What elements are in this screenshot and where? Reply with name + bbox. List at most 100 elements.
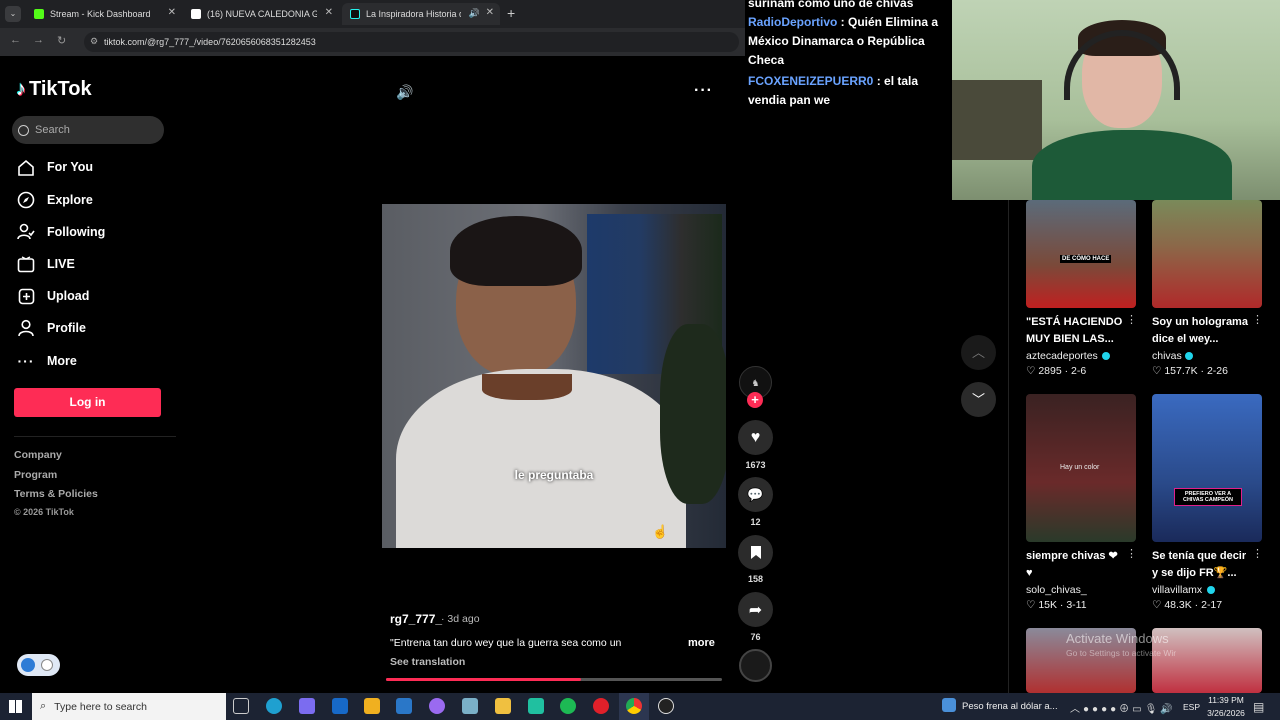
tab-x[interactable]: (16) NUEVA CALEDONIA GRITO ✕ — [183, 3, 339, 25]
footer-company[interactable]: Company — [14, 449, 62, 461]
search-icon: ⌕ — [40, 700, 47, 712]
folder-icon[interactable] — [495, 698, 511, 714]
url-field[interactable]: ⚙ tiktok.com/@rg7_777_/video/76206560683… — [84, 32, 739, 52]
nav-for-you[interactable]: For You — [16, 158, 93, 176]
video-author[interactable]: villavillamx — [1152, 584, 1202, 596]
site-info-icon[interactable]: ⚙ — [90, 36, 98, 47]
like-button[interactable]: ♥ — [738, 420, 773, 455]
person-collar — [482, 374, 572, 400]
video-title[interactable]: Se tenía que decir y se dijo FR🏆... — [1152, 548, 1252, 582]
obs-icon[interactable] — [658, 698, 674, 714]
vscode-icon[interactable] — [396, 698, 412, 714]
more-options-icon[interactable]: ··· — [694, 82, 713, 100]
thumb-overlay-text: DE CÓMO HACE — [1060, 255, 1112, 263]
footer-terms[interactable]: Terms & Policies — [14, 488, 98, 500]
chat-message: FCOXENEIZEPUERR0 : el tala vendia pan we — [748, 74, 919, 107]
caption-more-button[interactable]: more — [688, 637, 715, 649]
get-app-button[interactable] — [17, 654, 60, 676]
comment-button[interactable]: 💬 — [738, 477, 773, 512]
live-icon — [16, 255, 36, 273]
video-title[interactable]: Soy un holograma dice el wey... — [1152, 314, 1252, 348]
video-thumbnail[interactable]: Hay un color — [1026, 394, 1136, 542]
nav-profile[interactable]: Profile — [16, 319, 86, 337]
tab-tiktok[interactable]: La Inspiradora Historia de F 🔊 ✕ — [342, 3, 500, 25]
edge-icon[interactable] — [266, 698, 282, 714]
spotify-icon[interactable] — [560, 698, 576, 714]
nav-more[interactable]: ··· More — [16, 352, 77, 370]
code-icon[interactable] — [528, 698, 544, 714]
video-progress-track[interactable] — [386, 678, 722, 681]
nav-upload[interactable]: Upload — [16, 287, 89, 305]
tab-kick[interactable]: Stream - Kick Dashboard ✕ — [26, 3, 182, 25]
scroll-down-button[interactable]: ﹀ — [961, 382, 996, 417]
following-icon — [16, 223, 36, 241]
clock-time[interactable]: 11:39 PM — [1206, 695, 1246, 705]
video-title[interactable]: siempre chivas ❤ ♥ — [1026, 548, 1126, 582]
forward-icon[interactable]: → — [33, 34, 44, 46]
nav-following[interactable]: Following — [16, 223, 105, 241]
opera-icon[interactable] — [593, 698, 609, 714]
video-stats: ♡ 15K · 3-11 — [1026, 599, 1087, 611]
nav-live[interactable]: LIVE — [16, 255, 75, 273]
tab-search-button[interactable]: ⌄ — [5, 6, 21, 22]
more-options-icon[interactable]: ⋮ — [1126, 547, 1137, 560]
share-button[interactable]: ➦ — [738, 592, 773, 627]
more-icon: ··· — [17, 353, 35, 369]
activate-windows-watermark: Activate Windows — [1066, 631, 1169, 646]
more-options-icon[interactable]: ⋮ — [1126, 313, 1137, 326]
start-button[interactable] — [9, 700, 22, 713]
chrome-icon[interactable] — [626, 698, 642, 714]
save-button[interactable] — [738, 535, 773, 570]
follow-button[interactable]: + — [747, 392, 763, 408]
chat-username[interactable]: FCOXENEIZEPUERR0 — [748, 74, 873, 88]
close-icon[interactable]: ✕ — [486, 7, 494, 18]
chrome-alt-icon[interactable] — [429, 698, 445, 714]
save-count: 158 — [747, 574, 764, 584]
reload-icon[interactable]: ↻ — [57, 34, 66, 47]
news-widget[interactable]: Peso frena al dólar a... — [962, 701, 1058, 712]
video-stats: ♡ 157.7K · 2-26 — [1152, 365, 1228, 377]
more-options-icon[interactable]: ⋮ — [1252, 313, 1263, 326]
video-author[interactable]: rg7_777_ — [390, 612, 442, 626]
search-input[interactable]: Search — [12, 116, 164, 144]
video-title[interactable]: "ESTÁ HACIENDO MUY BIEN LAS... — [1026, 314, 1128, 348]
video-thumbnail[interactable]: PREFIERO VER A CHIVAS CAMPEÓN — [1152, 394, 1262, 542]
tray-icons[interactable]: ︿●●●●⊕▭🎙🔊 — [1070, 700, 1176, 715]
kick-icon — [34, 9, 44, 19]
scroll-up-button[interactable]: ︿ — [961, 335, 996, 370]
browser-tab-bar: ⌄ Stream - Kick Dashboard ✕ (16) NUEVA C… — [0, 0, 745, 28]
notification-icon[interactable]: ▤ — [1253, 700, 1264, 714]
language-indicator[interactable]: ESP — [1183, 702, 1200, 712]
video-thumbnail[interactable] — [1152, 200, 1262, 308]
clock-date[interactable]: 3/26/2026 — [1203, 708, 1249, 718]
store-icon[interactable] — [364, 698, 380, 714]
login-button[interactable]: Log in — [14, 388, 161, 417]
copilot-icon[interactable] — [299, 698, 315, 714]
video-author[interactable]: aztecadeportes — [1026, 350, 1098, 362]
news-icon[interactable] — [942, 698, 956, 712]
thumb-overlay-text: PREFIERO VER A CHIVAS CAMPEÓN — [1174, 488, 1242, 506]
app-icon[interactable] — [462, 698, 478, 714]
music-disc-icon[interactable] — [739, 649, 772, 682]
mail-icon[interactable] — [332, 698, 348, 714]
new-tab-button[interactable]: + — [507, 5, 515, 21]
nav-explore[interactable]: Explore — [16, 191, 93, 209]
back-icon[interactable]: ← — [10, 34, 21, 46]
close-icon[interactable]: ✕ — [168, 7, 176, 18]
chat-username[interactable]: RadioDeportivo — [748, 15, 837, 29]
verified-icon — [1185, 352, 1193, 360]
footer-program[interactable]: Program — [14, 469, 57, 481]
video-frame[interactable]: le preguntaba — [382, 204, 726, 548]
video-author[interactable]: chivas — [1152, 350, 1182, 362]
video-author[interactable]: solo_chivas_ — [1026, 584, 1087, 596]
taskbar-search[interactable]: ⌕ Type here to search — [32, 693, 226, 720]
webcam-shelf — [952, 80, 1042, 160]
thumb-overlay-text: Hay un color — [1060, 464, 1100, 471]
see-translation-link[interactable]: See translation — [390, 656, 465, 668]
tiktok-logo[interactable]: ♪ TikTok — [16, 78, 92, 101]
more-options-icon[interactable]: ⋮ — [1252, 547, 1263, 560]
close-icon[interactable]: ✕ — [325, 7, 333, 18]
mute-button[interactable]: 🔊 — [396, 84, 413, 101]
task-view-icon[interactable] — [233, 698, 249, 714]
video-thumbnail[interactable]: DE CÓMO HACE — [1026, 200, 1136, 308]
